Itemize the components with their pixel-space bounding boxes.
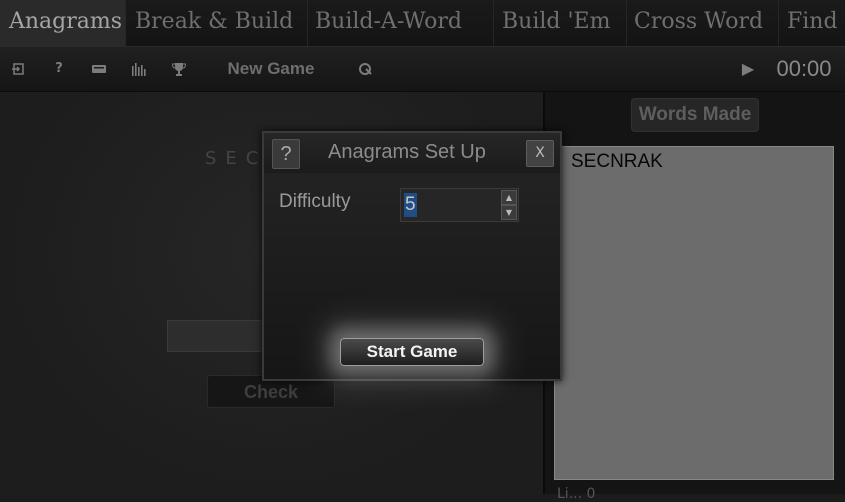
stepper-buttons: ▲ ▼ (501, 190, 517, 220)
words-list[interactable]: SECNRAK (554, 146, 834, 480)
start-game-button[interactable]: Start Game (340, 338, 484, 366)
menu-item-cross-word[interactable]: Cross Word (625, 0, 779, 46)
new-game-button[interactable]: New Game (214, 47, 328, 91)
difficulty-value[interactable]: 5 (404, 193, 417, 217)
setup-dialog: ? Anagrams Set Up X Difficulty 5 ▲ ▼ Sta… (262, 131, 562, 381)
timer-display: 00:00 (776, 56, 832, 81)
game-menu-bar: Anagrams Break & Build Build-A-Word Buil… (0, 0, 845, 47)
words-panel: Words Made SECNRAK Li... 0 (543, 92, 845, 502)
dialog-titlebar[interactable]: ? Anagrams Set Up X (264, 133, 560, 173)
menu-item-break-build[interactable]: Break & Build (126, 0, 308, 46)
play-icon[interactable]: ▶ (736, 47, 760, 91)
dialog-close-button[interactable]: X (526, 140, 554, 167)
scrambled-word: SEC (205, 148, 268, 169)
difficulty-label: Difficulty (279, 191, 351, 212)
difficulty-stepper[interactable]: 5 ▲ ▼ (400, 188, 519, 222)
menu-item-build-a-word[interactable]: Build-A-Word (306, 0, 494, 46)
menu-item-anagrams[interactable]: Anagrams (0, 0, 126, 46)
stepper-down-icon[interactable]: ▼ (501, 205, 517, 220)
menu-item-build-em[interactable]: Build 'Em (493, 0, 627, 46)
stats-icon[interactable] (128, 47, 150, 91)
help-icon[interactable]: ? (48, 47, 70, 91)
exit-icon[interactable] (8, 47, 30, 91)
toolbar: ? New Game ▶ 00:00 (0, 47, 845, 92)
list-item[interactable]: SECNRAK (571, 151, 663, 173)
trophy-icon[interactable] (168, 47, 190, 91)
dialog-title: Anagrams Set Up (328, 141, 486, 163)
stepper-up-icon[interactable]: ▲ (501, 190, 517, 205)
words-made-header: Words Made (631, 98, 759, 132)
list-footer: Li... 0 (557, 486, 596, 502)
keyboard-icon[interactable] (88, 47, 110, 91)
dialog-help-button[interactable]: ? (272, 139, 300, 169)
menu-item-find[interactable]: Find (778, 0, 845, 46)
reset-icon[interactable] (354, 47, 376, 91)
